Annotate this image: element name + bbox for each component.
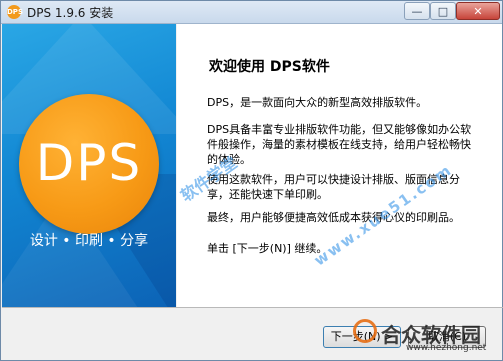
footer-divider	[2, 307, 503, 308]
result-paragraph: 最终，用户能够便捷高效低成本获得心仪的印刷品。	[207, 211, 460, 224]
cancel-button[interactable]: 取消(C)	[408, 326, 486, 348]
maximize-button[interactable]: □	[430, 2, 456, 20]
instruction-paragraph: 单击 [下一步(N)] 继续。	[207, 242, 328, 255]
close-button[interactable]: ✕	[456, 2, 500, 20]
page-title: 欢迎使用 DPS软件	[209, 59, 330, 75]
next-button[interactable]: 下一步(N) >	[323, 326, 401, 348]
features-paragraph: DPS具备丰富专业排版软件功能，但又能够像如办公软件般操作，海量的素材模板在线支…	[207, 123, 472, 166]
dps-app-icon: DPS	[7, 5, 23, 19]
dps-logo: DPS	[19, 94, 159, 234]
window-title: DPS 1.9.6 安装	[27, 6, 114, 20]
minimize-button[interactable]: —	[404, 2, 430, 20]
logo-text: DPS	[35, 134, 143, 192]
side-banner: DPS 设计 • 印刷 • 分享	[2, 24, 176, 307]
usage-paragraph: 使用这款软件，用户可以快捷设计排版、版面信息分享，还能快速下单印刷。	[207, 173, 460, 201]
installer-window: DPS DPS 1.9.6 安装 — □ ✕ DPS 设计 • 印刷 • 分享 …	[0, 0, 503, 361]
welcome-panel: 欢迎使用 DPS软件 DPS，是一款面向大众的新型高效排版软件。 DPS具备丰富…	[177, 24, 502, 307]
slogan: 设计 • 印刷 • 分享	[29, 233, 149, 249]
intro-paragraph: DPS，是一款面向大众的新型高效排版软件。	[207, 96, 428, 109]
title-bar[interactable]: DPS DPS 1.9.6 安装 — □ ✕	[1, 1, 502, 24]
